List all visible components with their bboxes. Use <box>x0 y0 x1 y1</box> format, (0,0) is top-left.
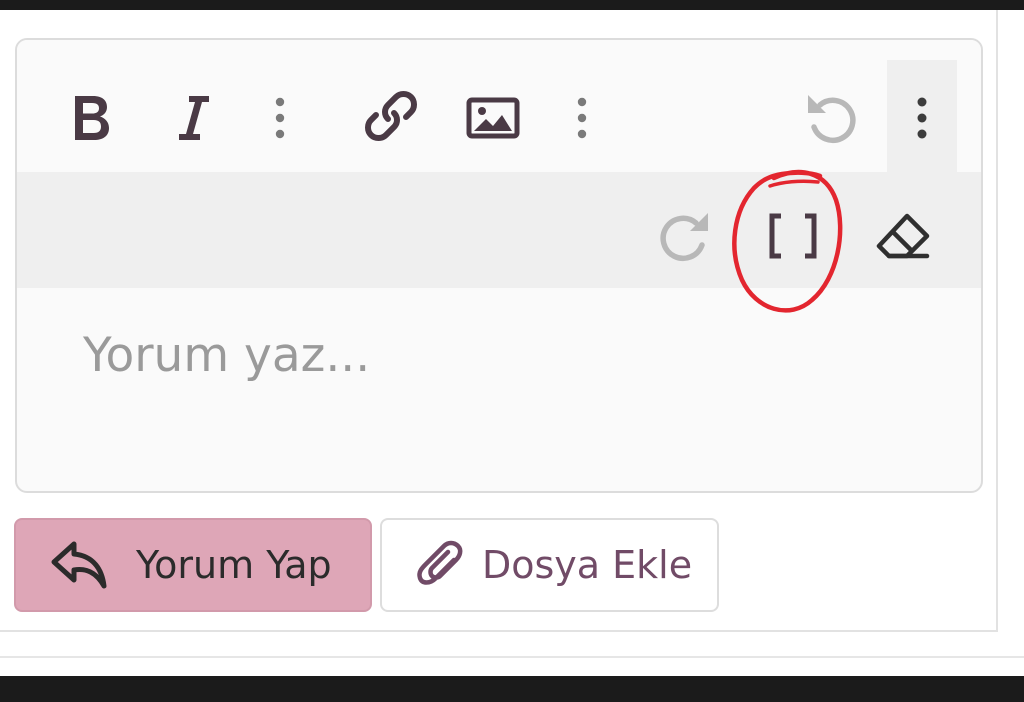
panel-divider <box>0 656 1024 658</box>
link-icon <box>364 89 418 143</box>
undo-icon <box>802 91 860 145</box>
comment-panel: Yorum yaz... Yorum Yap Dosya Ekle <box>0 10 1024 676</box>
more-options-button[interactable] <box>907 88 937 148</box>
clear-format-button[interactable] <box>873 206 933 266</box>
post-comment-label: Yorum Yap <box>136 543 332 587</box>
attach-file-button[interactable]: Dosya Ekle <box>380 518 719 612</box>
bold-icon <box>69 92 113 144</box>
more-insert-button[interactable] <box>567 88 597 148</box>
vertical-dots-icon <box>575 96 589 140</box>
italic-button[interactable] <box>163 88 223 148</box>
paperclip-icon <box>416 540 464 590</box>
redo-icon <box>656 209 714 263</box>
italic-icon <box>173 92 213 144</box>
vertical-dots-icon <box>273 96 287 140</box>
undo-button[interactable] <box>801 88 861 148</box>
panel-border <box>996 10 998 630</box>
attach-file-label: Dosya Ekle <box>482 543 693 587</box>
image-button[interactable] <box>463 88 523 148</box>
bold-button[interactable] <box>61 88 121 148</box>
link-button[interactable] <box>361 86 421 146</box>
vertical-dots-icon <box>915 96 929 140</box>
post-comment-button[interactable]: Yorum Yap <box>14 518 372 612</box>
comment-input-placeholder: Yorum yaz... <box>83 328 371 383</box>
image-icon <box>466 97 520 139</box>
red-circle-annotation <box>730 160 856 325</box>
reply-arrow-icon <box>50 540 108 590</box>
redo-button[interactable] <box>655 206 715 266</box>
more-format-button[interactable] <box>265 88 295 148</box>
panel-divider <box>0 630 998 632</box>
eraser-icon <box>875 212 931 260</box>
